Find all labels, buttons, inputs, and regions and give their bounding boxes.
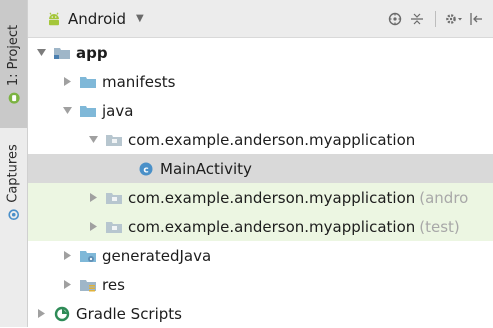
collapse-arrow-icon[interactable] xyxy=(60,280,74,289)
tree-row-res[interactable]: res xyxy=(28,270,493,299)
package-icon xyxy=(106,220,122,234)
tree-row-mainactivity[interactable]: c MainActivity xyxy=(28,154,493,183)
tree-row-package-test[interactable]: com.example.anderson.myapplication (test… xyxy=(28,212,493,241)
tree-row-label: com.example.anderson.myapplication xyxy=(128,188,416,207)
source-set-suffix: (test) xyxy=(419,217,460,236)
class-icon: c xyxy=(138,162,154,176)
gradle-icon xyxy=(54,306,70,321)
project-tool-tab[interactable]: 1: Project xyxy=(0,0,27,128)
svg-text:c: c xyxy=(143,165,148,175)
tree-row-label: java xyxy=(102,101,134,120)
tree-row-package-main[interactable]: com.example.anderson.myapplication xyxy=(28,125,493,154)
folder-icon xyxy=(80,75,96,89)
res-folder-icon xyxy=(80,278,96,292)
tree-row-generatedjava[interactable]: generatedJava xyxy=(28,241,493,270)
collapse-arrow-icon[interactable] xyxy=(60,77,74,86)
tree-row-label: generatedJava xyxy=(102,246,212,265)
tree-row-package-androidtest[interactable]: com.example.anderson.myapplication (andr… xyxy=(28,183,493,212)
android-tab-icon xyxy=(8,92,20,104)
sync-icon[interactable] xyxy=(384,8,406,30)
settings-icon[interactable] xyxy=(443,8,465,30)
tree-row-java[interactable]: java xyxy=(28,96,493,125)
tree-row-label: res xyxy=(102,275,125,294)
chevron-down-icon: ▼ xyxy=(136,13,144,24)
project-toolbar: Android ▼ xyxy=(28,0,493,38)
tree-row-label: app xyxy=(76,43,108,62)
captures-tab-label: Captures xyxy=(6,143,21,203)
package-icon xyxy=(106,133,122,147)
tree-row-label: Gradle Scripts xyxy=(76,304,182,323)
collapse-arrow-icon[interactable] xyxy=(86,222,100,231)
tool-window-strip: 1: Project Captures xyxy=(0,0,28,327)
view-mode-dropdown[interactable]: Android ▼ xyxy=(46,10,144,28)
tree-row-gradle-scripts[interactable]: Gradle Scripts xyxy=(28,299,493,328)
collapse-arrow-icon[interactable] xyxy=(60,251,74,260)
collapse-arrow-icon[interactable] xyxy=(34,309,48,318)
android-icon xyxy=(49,11,59,25)
expand-arrow-icon[interactable] xyxy=(34,48,48,57)
captures-tool-tab[interactable]: Captures xyxy=(0,128,27,236)
project-tree: app manifests java com.example.anderson.… xyxy=(28,38,493,327)
package-icon xyxy=(106,191,122,205)
tree-row-label: com.example.anderson.myapplication xyxy=(128,217,416,236)
collapse-arrow-icon[interactable] xyxy=(86,193,100,202)
captures-icon xyxy=(8,208,19,220)
module-folder-icon xyxy=(54,46,70,60)
expand-arrow-icon[interactable] xyxy=(86,135,100,144)
expand-arrow-icon[interactable] xyxy=(60,106,74,115)
source-set-suffix: (andro xyxy=(419,188,469,207)
tree-row-label: com.example.anderson.myapplication xyxy=(128,130,416,149)
view-mode-label: Android xyxy=(68,9,126,28)
collapse-all-icon[interactable] xyxy=(406,8,428,30)
tree-row-label: MainActivity xyxy=(160,159,252,178)
folder-icon xyxy=(80,104,96,118)
tree-row-manifests[interactable]: manifests xyxy=(28,67,493,96)
tree-row-app[interactable]: app xyxy=(28,38,493,67)
generated-folder-icon xyxy=(80,249,96,263)
toolbar-separator xyxy=(435,10,436,27)
tree-row-label: manifests xyxy=(102,72,176,91)
project-tab-label: 1: Project xyxy=(6,24,22,86)
hide-icon[interactable] xyxy=(465,8,487,30)
